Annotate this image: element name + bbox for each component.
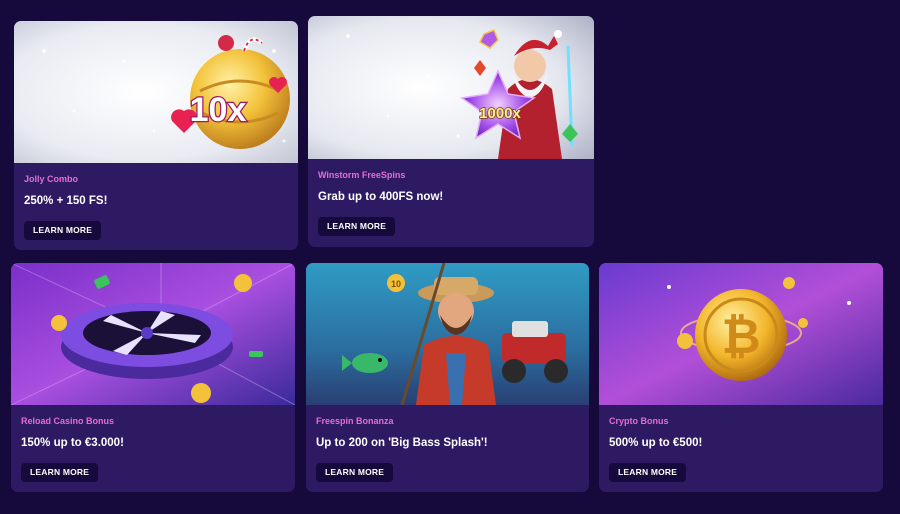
promo-card-freespin-bonanza[interactable]: 10 Freespin Bonanza Up to 200 on 'Big Ba… (306, 263, 589, 492)
svg-text:₿: ₿ (721, 311, 760, 364)
promo-banner-image: 1000x (308, 16, 594, 159)
promo-card-reload-casino-bonus[interactable]: Reload Casino Bonus 150% up to €3.000! L… (11, 263, 295, 492)
promo-banner-image: 10 (306, 263, 589, 405)
promo-headline: Up to 200 on 'Big Bass Splash'! (316, 437, 488, 449)
roulette-wheel-icon (61, 303, 233, 379)
svg-text:1000x: 1000x (479, 105, 521, 122)
promo-headline: Grab up to 400FS now! (318, 191, 444, 203)
promotions-grid: 10x Jolly Combo 250% + 150 FS! LEARN MOR… (0, 0, 900, 514)
promo-headline: 250% + 150 FS! (24, 195, 108, 207)
learn-more-button[interactable]: LEARN MORE (318, 217, 396, 236)
svg-text:10: 10 (391, 279, 401, 289)
bitcoin-coin-icon: ₿ (695, 289, 787, 381)
promo-card-winstorm-freespins[interactable]: 1000x Winstorm FreeSpins Grab up to 400F… (308, 16, 594, 247)
promo-card-jolly-combo[interactable]: 10x Jolly Combo 250% + 150 FS! LEARN MOR… (14, 21, 298, 250)
promo-category: Winstorm FreeSpins (318, 170, 406, 180)
learn-more-button[interactable]: LEARN MORE (609, 463, 687, 482)
promo-headline: 500% up to €500! (609, 437, 703, 449)
promo-headline: 150% up to €3.000! (21, 437, 124, 449)
promo-banner-image: 10x (14, 21, 298, 163)
promo-banner-image (11, 263, 295, 405)
promo-category: Freespin Bonanza (316, 416, 394, 426)
promo-category: Crypto Bonus (609, 416, 669, 426)
learn-more-button[interactable]: LEARN MORE (21, 463, 99, 482)
svg-text:10x: 10x (190, 91, 247, 129)
learn-more-button[interactable]: LEARN MORE (24, 221, 102, 240)
promo-category: Reload Casino Bonus (21, 416, 115, 426)
promo-category: Jolly Combo (24, 174, 79, 184)
learn-more-button[interactable]: LEARN MORE (316, 463, 394, 482)
promo-card-crypto-bonus[interactable]: ₿ Crypto Bonus 500% up to €500! LEARN MO… (599, 263, 883, 492)
promo-banner-image: ₿ (599, 263, 883, 405)
